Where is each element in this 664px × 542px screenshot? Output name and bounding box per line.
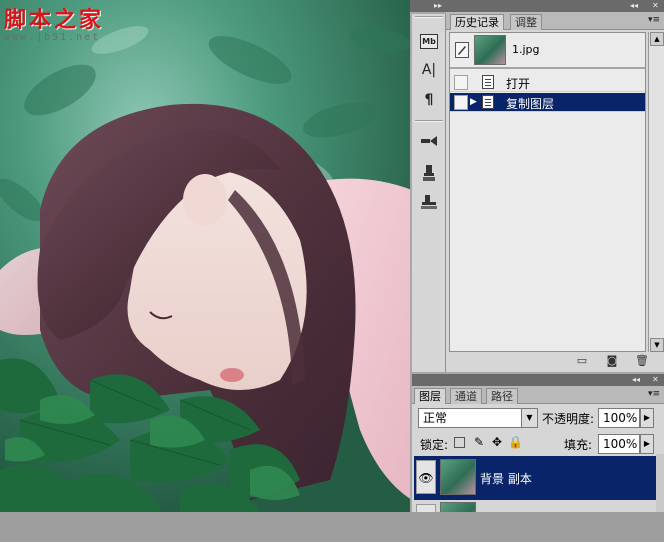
lock-label: 锁定:: [420, 438, 449, 452]
scroll-up-icon[interactable]: ▲: [650, 32, 664, 46]
opacity-slider-button[interactable]: ▶: [640, 408, 654, 428]
eye-icon[interactable]: 👁: [416, 460, 436, 494]
expand-panels-icon[interactable]: ▸▸: [434, 1, 442, 11]
layer-thumbnail: [440, 502, 476, 512]
history-item-open[interactable]: 打开: [450, 73, 645, 92]
tool-presets-glyph: [421, 195, 437, 209]
history-item-label: 打开: [506, 77, 531, 91]
snapshot-thumbnail: [474, 35, 506, 65]
tab-channels[interactable]: 通道: [450, 388, 482, 404]
layers-panel: ◂◂ ✕ 图层 通道 路径 ▾≡ 正常 ▼ 不透明度: 100% ▶ 锁定: ✎…: [412, 374, 664, 512]
clone-source-glyph: [423, 165, 435, 181]
watermark-url: www.jb51.net: [4, 32, 101, 43]
layer-row-background[interactable]: [414, 500, 658, 512]
document-canvas[interactable]: 脚本之家 www.jb51.net: [0, 0, 412, 512]
blend-mode-select[interactable]: 正常 ▼: [418, 408, 538, 428]
lock-position-icon[interactable]: ✥: [490, 435, 504, 449]
history-item-label: 复制图层: [506, 97, 555, 111]
history-item-duplicate-layer[interactable]: ▶ 复制图层: [450, 93, 645, 112]
paragraph-icon[interactable]: ¶: [418, 90, 440, 110]
lock-all-icon[interactable]: 🔒: [508, 435, 523, 449]
character-icon[interactable]: A|: [418, 60, 440, 80]
close-panel-icon[interactable]: ✕: [652, 1, 659, 11]
history-brush-source-icon[interactable]: [455, 42, 469, 58]
chevron-down-icon[interactable]: ▼: [521, 409, 537, 427]
panel-menu-icon[interactable]: ▾≡: [648, 15, 660, 25]
history-brush-source-box[interactable]: [454, 95, 468, 110]
blend-mode-value: 正常: [423, 411, 448, 425]
scroll-down-icon[interactable]: ▼: [650, 338, 664, 352]
mini-bridge-glyph: Mb: [420, 34, 438, 49]
fill-slider-button[interactable]: ▶: [640, 434, 654, 454]
opacity-label: 不透明度:: [542, 412, 595, 426]
history-tabbar: 历史记录 调整 ▾≡: [446, 12, 664, 30]
new-document-from-state-icon[interactable]: ▭: [574, 354, 590, 368]
brush-presets-glyph: [421, 136, 437, 146]
strip-grip[interactable]: [415, 16, 443, 18]
eye-icon[interactable]: [416, 504, 436, 512]
tab-history[interactable]: 历史记录: [450, 14, 504, 30]
tool-presets-icon[interactable]: [418, 194, 440, 214]
clone-source-icon[interactable]: [418, 164, 440, 184]
tab-paths[interactable]: 路径: [486, 388, 518, 404]
brush-presets-icon[interactable]: [418, 134, 440, 154]
layer-thumbnail: [440, 459, 476, 495]
layers-tabbar: 图层 通道 路径 ▾≡: [412, 386, 664, 404]
history-snapshot[interactable]: 1.jpg: [450, 33, 645, 69]
history-state-icon: [482, 95, 494, 109]
strip-separator: [415, 120, 443, 122]
history-scrollbar[interactable]: ▲ ▼: [648, 32, 664, 352]
history-list: 1.jpg 打开 ▶ 复制图层: [449, 32, 646, 352]
fill-input[interactable]: 100%: [598, 434, 640, 454]
history-state-icon: [482, 75, 494, 89]
layers-scrollbar[interactable]: [656, 454, 664, 512]
dock-titlebar[interactable]: ▸▸ ◂◂ ✕: [410, 0, 664, 12]
history-brush-glyph: [455, 42, 469, 58]
opacity-input[interactable]: 100%: [598, 408, 640, 428]
camera-snapshot-icon[interactable]: ◙: [604, 354, 620, 368]
mini-bridge-icon[interactable]: Mb: [418, 30, 440, 50]
photo-illustration: [0, 0, 412, 512]
site-watermark: 脚本之家 www.jb51.net: [4, 2, 154, 46]
close-layers-icon[interactable]: ✕: [652, 375, 659, 385]
current-state-marker-icon: ▶: [470, 97, 477, 107]
opacity-value: 100%: [603, 411, 638, 425]
layers-titlebar[interactable]: ◂◂ ✕: [412, 374, 664, 386]
history-brush-source-box[interactable]: [454, 75, 468, 90]
tab-adjustments[interactable]: 调整: [510, 14, 542, 30]
lock-transparent-pixels-icon[interactable]: [454, 437, 465, 448]
watermark-title: 脚本之家: [4, 7, 105, 33]
layers-panel-menu-icon[interactable]: ▾≡: [648, 389, 660, 399]
history-panel: 历史记录 调整 ▾≡ 1.jpg 打开 ▶ 复制图层 ▲ ▼ ▭ ◙ 🗑: [446, 12, 664, 372]
panel-icon-strip: Mb A| ¶: [412, 14, 446, 372]
layer-row-background-copy[interactable]: 👁 背景 副本: [414, 456, 658, 500]
tab-layers[interactable]: 图层: [414, 388, 446, 404]
layer-name: 背景 副本: [480, 472, 532, 486]
fill-label: 填充:: [564, 438, 593, 452]
collapse-panels-icon[interactable]: ◂◂: [630, 1, 638, 11]
lock-image-pixels-icon[interactable]: ✎: [472, 435, 486, 449]
fill-value: 100%: [603, 437, 638, 451]
trash-icon[interactable]: 🗑: [634, 354, 650, 368]
status-area: [0, 512, 664, 542]
snapshot-label: 1.jpg: [512, 43, 540, 56]
collapse-layers-icon[interactable]: ◂◂: [632, 375, 640, 385]
